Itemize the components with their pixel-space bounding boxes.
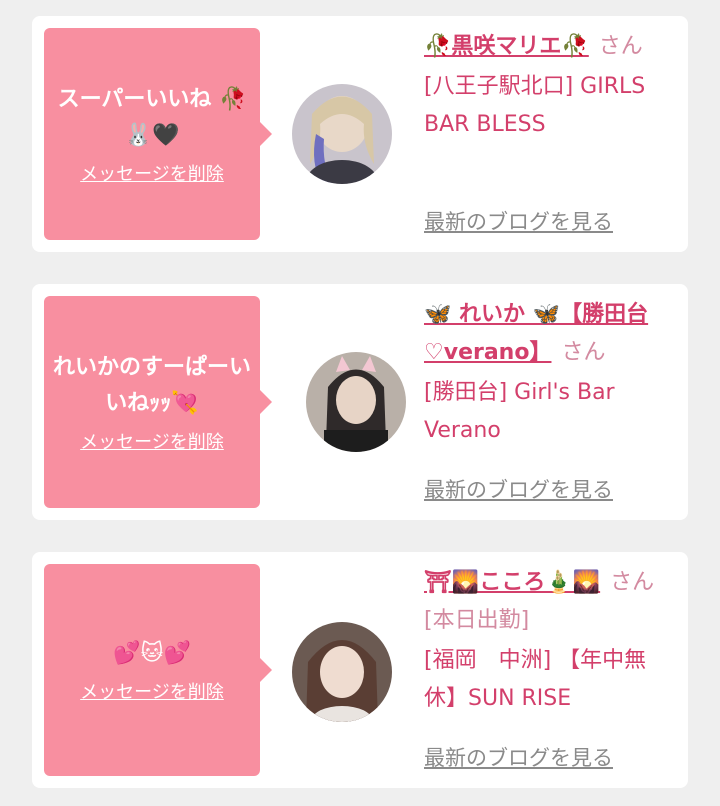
latest-blog-link[interactable]: 最新のブログを見る <box>424 474 613 504</box>
honorific: さん <box>598 34 643 59</box>
delete-message-link[interactable]: メッセージを削除 <box>80 160 224 186</box>
message-text: 💕🐱💕 <box>113 641 191 666</box>
message-text: れいかのすーぱーいいねｯｯ💘 <box>52 355 251 416</box>
message-bubble: スーパーいいね 🥀🐰🖤 メッセージを削除 <box>44 28 272 240</box>
cast-name-link[interactable]: ⛩🌄こころ🎍🌄 <box>424 570 600 595</box>
shop-name: [福岡 中洲] 【年中無休】SUN RISE <box>424 648 647 711</box>
latest-blog-link[interactable]: 最新のブログを見る <box>424 742 613 772</box>
cast-name-link[interactable]: 🥀黒咲マリエ🥀 <box>424 34 589 59</box>
notification-card: 💕🐱💕 メッセージを削除 ⛩🌄こころ🎍🌄 さん[本日出勤] [福岡 中洲] 【年中… <box>32 552 688 788</box>
cast-info: 🥀黒咲マリエ🥀 さん [八王子駅北口] GIRLS BAR BLESS <box>424 28 678 144</box>
avatar[interactable] <box>292 84 392 184</box>
avatar[interactable] <box>292 622 392 722</box>
avatar[interactable] <box>306 352 406 452</box>
honorific: さん <box>561 340 606 365</box>
notification-card: れいかのすーぱーいいねｯｯ💘 メッセージを削除 🦋 れいか 🦋【勝田台♡vera… <box>32 284 688 520</box>
message-text: スーパーいいね 🥀🐰🖤 <box>57 87 247 148</box>
message-bubble: 💕🐱💕 メッセージを削除 <box>44 564 272 776</box>
message-bubble: れいかのすーぱーいいねｯｯ💘 メッセージを削除 <box>44 296 272 508</box>
latest-blog-link[interactable]: 最新のブログを見る <box>424 206 613 236</box>
notification-card: スーパーいいね 🥀🐰🖤 メッセージを削除 🥀黒咲マリエ🥀 さん [八王子駅北口] … <box>32 16 688 252</box>
shop-name: [八王子駅北口] GIRLS BAR BLESS <box>424 74 646 137</box>
shop-name: [勝田台] Girl's Bar Verano <box>424 380 615 443</box>
cast-info: ⛩🌄こころ🎍🌄 さん[本日出勤] [福岡 中洲] 【年中無休】SUN RISE <box>424 564 678 718</box>
cast-name-link[interactable]: 🦋 れいか 🦋【勝田台♡verano】 <box>424 302 648 365</box>
cast-info: 🦋 れいか 🦋【勝田台♡verano】 さん [勝田台] Girl's Bar V… <box>424 296 678 450</box>
delete-message-link[interactable]: メッセージを削除 <box>80 678 224 704</box>
delete-message-link[interactable]: メッセージを削除 <box>80 428 224 454</box>
